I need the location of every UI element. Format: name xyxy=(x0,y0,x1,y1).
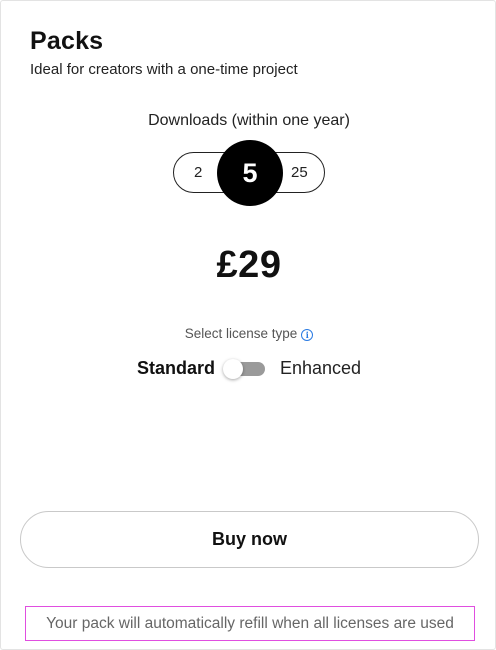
license-toggle[interactable] xyxy=(223,359,267,379)
page-subtitle: Ideal for creators with a one-time proje… xyxy=(30,61,298,78)
price: £29 xyxy=(216,244,282,286)
refill-note: Your pack will automatically refill when… xyxy=(25,606,475,641)
license-option-standard[interactable]: Standard xyxy=(137,358,215,379)
license-type-label-text: Select license type xyxy=(184,326,298,341)
license-option-enhanced[interactable]: Enhanced xyxy=(280,358,361,379)
page-title: Packs xyxy=(30,27,104,55)
downloads-label: Downloads (within one year) xyxy=(148,112,350,129)
buy-now-button[interactable]: Buy now xyxy=(20,511,479,568)
downloads-option-5-selected[interactable]: 5 xyxy=(217,140,283,206)
downloads-option-2[interactable]: 2 xyxy=(194,164,202,181)
license-type-label: Select license type i xyxy=(1,326,496,341)
downloads-option-25[interactable]: 25 xyxy=(291,164,308,181)
toggle-knob xyxy=(223,359,243,379)
packs-card: Packs Ideal for creators with a one-time… xyxy=(0,0,496,650)
info-icon[interactable]: i xyxy=(301,329,314,341)
